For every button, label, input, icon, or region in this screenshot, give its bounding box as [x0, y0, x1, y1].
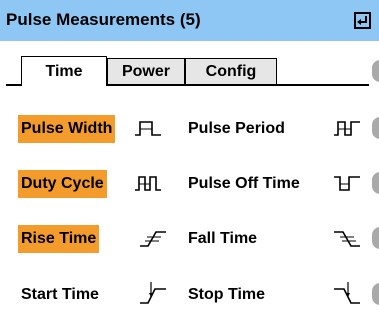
scroll-arrow-icon[interactable] — [372, 283, 379, 305]
measurement-fall-time[interactable]: Fall Time — [188, 225, 257, 253]
stop-time-icon — [333, 281, 361, 307]
start-time-icon — [139, 281, 167, 307]
measurement-rise-time[interactable]: Rise Time — [18, 225, 100, 253]
pulse-width-icon — [134, 116, 162, 142]
tab-time[interactable]: Time — [21, 56, 107, 86]
measurement-pulse-width[interactable]: Pulse Width — [18, 115, 116, 143]
scroll-arrow-icon[interactable] — [372, 117, 379, 139]
measurement-duty-cycle[interactable]: Duty Cycle — [18, 170, 107, 198]
measurement-pulse-off-time[interactable]: Pulse Off Time — [188, 170, 300, 198]
pulse-off-time-icon — [333, 171, 361, 197]
tab-config[interactable]: Config — [185, 58, 277, 84]
measurement-start-time[interactable]: Start Time — [21, 281, 99, 309]
rise-time-icon — [139, 226, 167, 252]
tab-power[interactable]: Power — [107, 58, 185, 84]
title-bar: Pulse Measurements (5) — [0, 0, 379, 41]
scroll-arrow-icon[interactable] — [372, 172, 379, 194]
pulse-period-icon — [333, 116, 361, 142]
measurement-stop-time[interactable]: Stop Time — [188, 281, 265, 309]
scroll-arrow-icon[interactable] — [372, 227, 379, 249]
page-title: Pulse Measurements (5) — [6, 10, 201, 29]
measurement-pulse-period[interactable]: Pulse Period — [188, 115, 285, 143]
enter-key-icon[interactable] — [354, 12, 371, 29]
duty-cycle-icon — [134, 171, 162, 197]
scroll-arrow-icon[interactable] — [372, 60, 379, 82]
fall-time-icon — [333, 226, 361, 252]
